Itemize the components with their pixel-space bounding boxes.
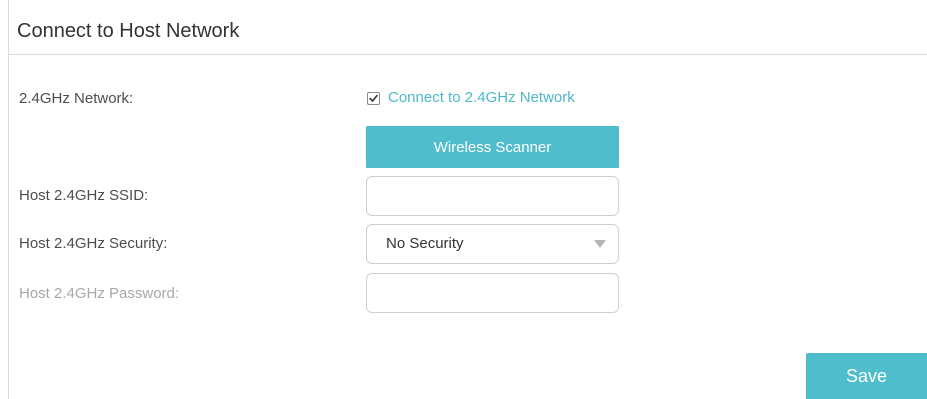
network-label: 2.4GHz Network: [19,90,134,107]
connect-host-network-panel: Connect to Host Network 2.4GHz Network: … [8,0,927,399]
connect-24ghz-checkbox[interactable] [367,91,380,105]
security-select[interactable]: No Security [366,224,619,264]
checkmark-icon [369,94,378,102]
save-button[interactable]: Save [806,353,927,399]
wireless-scanner-button[interactable]: Wireless Scanner [366,126,619,168]
section-title: Connect to Host Network [17,20,240,42]
password-label: Host 2.4GHz Password: [19,285,180,302]
connect-24ghz-label[interactable]: Connect to 2.4GHz Network [388,88,575,108]
triangle-down-icon [594,240,606,248]
connect-24ghz-checkbox-row[interactable]: Connect to 2.4GHz Network [367,88,575,108]
password-input[interactable] [366,273,619,313]
ssid-label: Host 2.4GHz SSID: [19,187,149,204]
ssid-input[interactable] [366,176,619,216]
security-label: Host 2.4GHz Security: [19,235,168,252]
security-selected-value: No Security [386,235,464,252]
title-divider [9,54,927,55]
